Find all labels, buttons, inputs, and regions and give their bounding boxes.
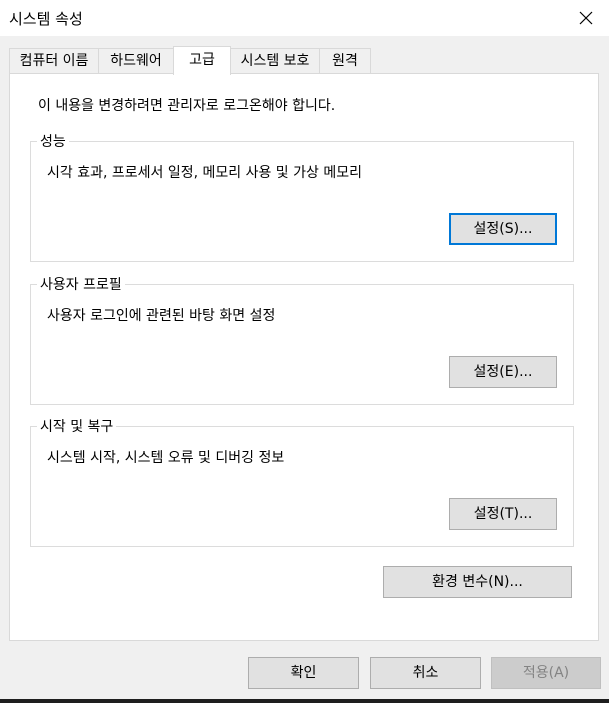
admin-notice: 이 내용을 변경하려면 관리자로 로그온해야 합니다. — [38, 98, 336, 114]
apply-button[interactable]: 적용(A) — [491, 657, 601, 689]
environment-variables-button[interactable]: 환경 변수(N)... — [383, 566, 572, 598]
tab-system-protection[interactable]: 시스템 보호 — [230, 48, 320, 73]
tab-computer-name[interactable]: 컴퓨터 이름 — [9, 48, 99, 73]
close-button[interactable] — [563, 0, 609, 36]
title-bar: 시스템 속성 — [0, 0, 609, 36]
startup-recovery-group: 시작 및 복구 시스템 시작, 시스템 오류 및 디버깅 정보 설정(T)... — [30, 416, 574, 547]
cancel-button[interactable]: 취소 — [370, 657, 481, 689]
window-title: 시스템 속성 — [9, 10, 83, 28]
close-icon — [579, 11, 593, 25]
user-profiles-description: 사용자 로그인에 관련된 바탕 화면 설정 — [47, 308, 276, 324]
bottom-edge — [0, 699, 609, 703]
startup-recovery-label: 시작 및 복구 — [37, 416, 117, 436]
tab-remote[interactable]: 원격 — [319, 48, 371, 73]
user-profiles-group: 사용자 프로필 사용자 로그인에 관련된 바탕 화면 설정 설정(E)... — [30, 274, 574, 405]
performance-description: 시각 효과, 프로세서 일정, 메모리 사용 및 가상 메모리 — [47, 165, 362, 181]
tab-advanced[interactable]: 고급 — [173, 46, 231, 75]
performance-settings-button[interactable]: 설정(S)... — [449, 213, 557, 245]
system-properties-window: 시스템 속성 컴퓨터 이름 하드웨어 고급 시스템 보호 원격 이 내용을 변경… — [0, 0, 609, 703]
startup-recovery-description: 시스템 시작, 시스템 오류 및 디버깅 정보 — [47, 450, 285, 466]
advanced-tab-panel: 이 내용을 변경하려면 관리자로 로그온해야 합니다. 성능 시각 효과, 프로… — [9, 73, 599, 641]
performance-label: 성능 — [37, 131, 69, 151]
ok-button[interactable]: 확인 — [248, 657, 359, 689]
user-profiles-label: 사용자 프로필 — [37, 274, 125, 294]
tab-hardware[interactable]: 하드웨어 — [98, 48, 174, 73]
performance-group: 성능 시각 효과, 프로세서 일정, 메모리 사용 및 가상 메모리 설정(S)… — [30, 131, 574, 262]
startup-recovery-settings-button[interactable]: 설정(T)... — [449, 498, 557, 530]
user-profiles-settings-button[interactable]: 설정(E)... — [449, 356, 557, 388]
